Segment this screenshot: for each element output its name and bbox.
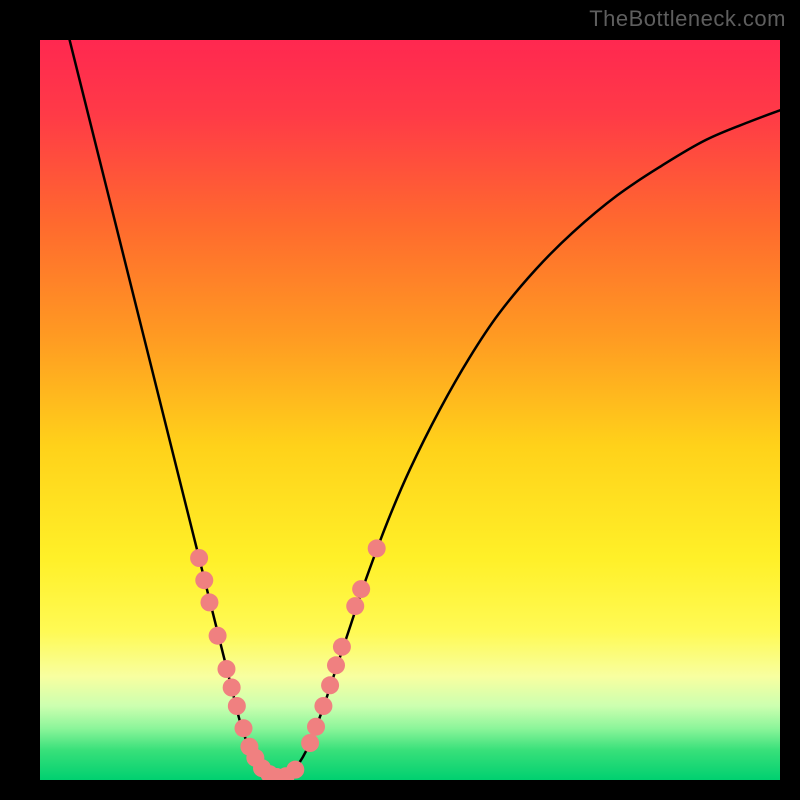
highlight-dot: [286, 761, 304, 779]
curve-layer: [40, 40, 780, 780]
highlight-dot: [321, 676, 339, 694]
highlight-dot: [346, 597, 364, 615]
highlight-dot: [209, 627, 227, 645]
highlight-dot: [333, 638, 351, 656]
highlight-dot: [327, 656, 345, 674]
highlight-dot: [195, 571, 213, 589]
highlight-dot: [368, 539, 386, 557]
highlight-dot: [235, 719, 253, 737]
highlight-dot: [217, 660, 235, 678]
plot-area: [40, 40, 780, 780]
highlight-dot: [352, 580, 370, 598]
bottleneck-curve-right: [281, 110, 781, 777]
highlight-dot: [301, 734, 319, 752]
highlight-dot: [228, 697, 246, 715]
highlight-dot: [307, 718, 325, 736]
watermark-text: TheBottleneck.com: [589, 6, 786, 32]
chart-frame: TheBottleneck.com: [0, 0, 800, 800]
highlight-dot: [223, 679, 241, 697]
highlight-dot: [314, 697, 332, 715]
highlight-dot: [190, 549, 208, 567]
highlight-dot: [200, 593, 218, 611]
bottleneck-curve-left: [70, 40, 281, 778]
